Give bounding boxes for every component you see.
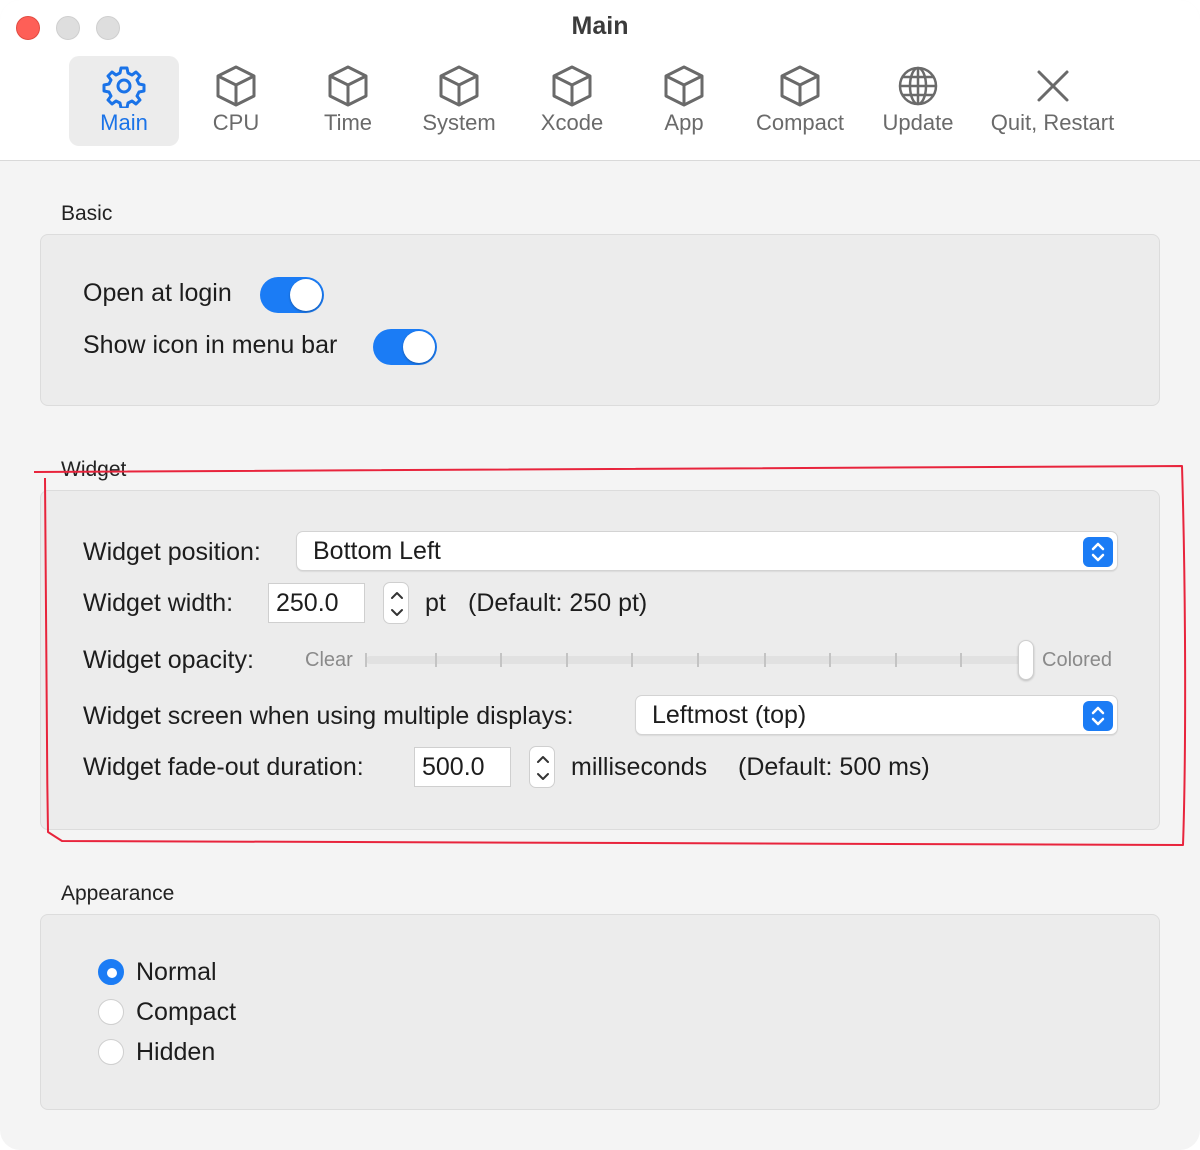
- section-title-appearance: Appearance: [61, 882, 175, 905]
- tab-app[interactable]: App: [634, 56, 734, 146]
- appearance-normal-radio[interactable]: [98, 959, 124, 985]
- widget-screen-label: Widget screen when using multiple displa…: [83, 702, 574, 730]
- opacity-min-label: Clear: [305, 649, 353, 671]
- widget-fade-input[interactable]: [415, 748, 510, 786]
- tab-label: Xcode: [540, 110, 604, 135]
- widget-opacity-label: Widget opacity:: [83, 646, 254, 674]
- popup-value: Leftmost (top): [652, 701, 807, 729]
- gear-icon: [102, 66, 146, 108]
- cube-icon: [439, 65, 479, 107]
- slider-tick: [435, 653, 437, 667]
- cube-icon: [552, 65, 592, 107]
- toggle-knob: [403, 331, 435, 363]
- stepper-arrows-icon: [391, 592, 403, 616]
- tab-main[interactable]: Main: [69, 56, 179, 146]
- tab-update[interactable]: Update: [868, 56, 968, 146]
- slider-thumb[interactable]: [1018, 640, 1034, 680]
- widget-position-label: Widget position:: [83, 538, 261, 566]
- appearance-compact-label: Compact: [136, 998, 237, 1026]
- widget-width-label: Widget width:: [83, 589, 234, 617]
- cube-icon: [328, 65, 368, 107]
- tab-label: Update: [882, 110, 954, 135]
- widget-screen-popup[interactable]: Leftmost (top): [635, 695, 1118, 735]
- cube-icon: [216, 65, 256, 107]
- cube-icon: [664, 65, 704, 107]
- appearance-compact-radio[interactable]: [98, 999, 124, 1025]
- tab-quit-restart[interactable]: Quit, Restart: [980, 56, 1125, 146]
- widget-fade-stepper[interactable]: [529, 746, 555, 788]
- toggle-knob: [290, 279, 322, 311]
- appearance-normal-label: Normal: [136, 958, 217, 986]
- widget-fade-label: Widget fade-out duration:: [83, 753, 364, 781]
- cube-icon: [780, 65, 820, 107]
- toolbar: Main Main CPU Time System Xcode App Comp…: [0, 0, 1200, 161]
- slider-tick: [631, 653, 633, 667]
- tab-xcode[interactable]: Xcode: [522, 56, 622, 146]
- popup-value: Bottom Left: [313, 537, 441, 565]
- chevron-up-down-icon: [1083, 701, 1113, 731]
- widget-width-default: (Default: 250 pt): [468, 589, 648, 617]
- slider-tick: [365, 653, 367, 667]
- tab-label: App: [664, 110, 704, 135]
- widget-width-unit: pt: [425, 589, 446, 617]
- section-title-basic: Basic: [61, 202, 113, 225]
- appearance-hidden-radio[interactable]: [98, 1039, 124, 1065]
- close-x-icon: [1037, 70, 1068, 102]
- window-title: Main: [571, 12, 629, 40]
- tab-label: Main: [100, 110, 148, 135]
- slider-tick: [697, 653, 699, 667]
- widget-fade-unit: milliseconds: [571, 753, 708, 781]
- preferences-window: Main Main CPU Time System Xcode App Comp…: [0, 0, 1200, 1150]
- show-icon-toggle[interactable]: [373, 329, 437, 365]
- tab-system[interactable]: System: [409, 56, 509, 146]
- stepper-arrows-icon: [537, 756, 549, 780]
- widget-fade-field[interactable]: [414, 747, 511, 787]
- tab-label: System: [422, 110, 496, 135]
- appearance-hidden-label: Hidden: [136, 1038, 216, 1066]
- slider-tick: [829, 653, 831, 667]
- globe-icon: [898, 66, 938, 106]
- widget-position-popup[interactable]: Bottom Left: [296, 531, 1118, 571]
- tab-label: Quit, Restart: [990, 110, 1115, 135]
- chevron-up-down-icon: [1083, 537, 1113, 567]
- opacity-max-label: Colored: [1042, 649, 1113, 671]
- open-at-login-toggle[interactable]: [260, 277, 324, 313]
- widget-width-input[interactable]: [269, 584, 364, 622]
- slider-track: [366, 656, 1026, 664]
- widget-fade-default: (Default: 500 ms): [738, 753, 930, 781]
- tab-label: CPU: [212, 110, 260, 135]
- open-at-login-label: Open at login: [83, 279, 232, 307]
- section-title-widget: Widget: [61, 458, 127, 481]
- tab-compact[interactable]: Compact: [745, 56, 855, 146]
- show-icon-label: Show icon in menu bar: [83, 331, 338, 359]
- tab-label: Compact: [755, 110, 845, 135]
- slider-tick: [566, 653, 568, 667]
- widget-width-stepper[interactable]: [383, 582, 409, 624]
- slider-tick: [960, 653, 962, 667]
- tab-cpu[interactable]: CPU: [186, 56, 286, 146]
- tab-label: Time: [323, 110, 373, 135]
- basic-group: [40, 234, 1160, 406]
- slider-tick: [500, 653, 502, 667]
- widget-width-field[interactable]: [268, 583, 365, 623]
- tab-time[interactable]: Time: [298, 56, 398, 146]
- slider-tick: [895, 653, 897, 667]
- slider-tick: [764, 653, 766, 667]
